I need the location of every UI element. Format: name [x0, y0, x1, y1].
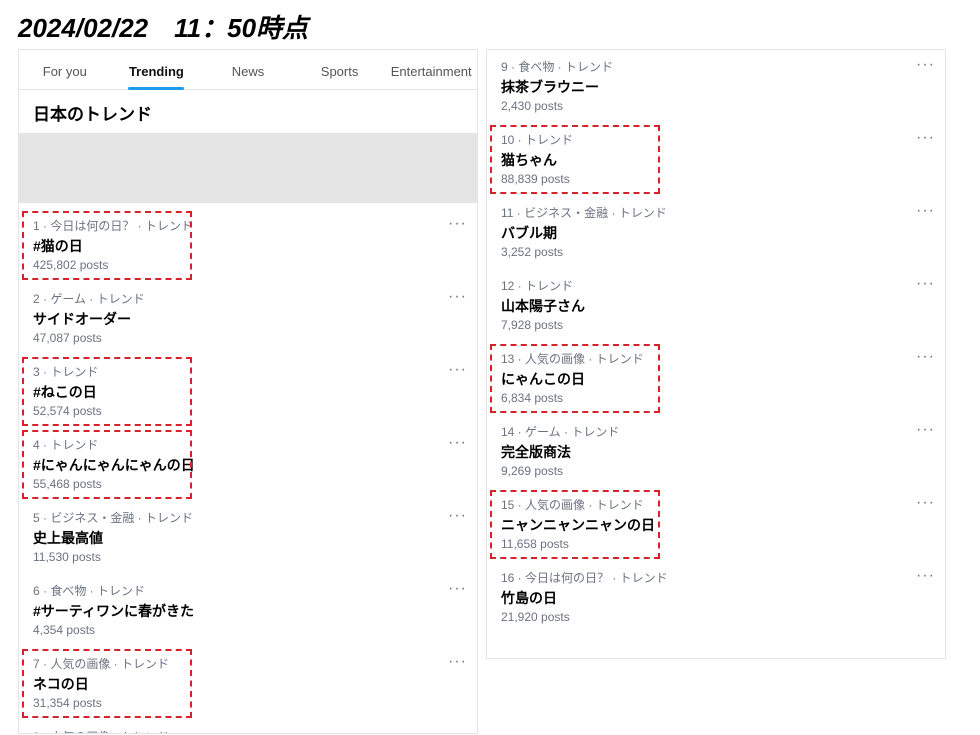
trend-item[interactable]: 16 · 今日は何の日？ · トレンド竹島の日 21,920 posts ··· — [487, 561, 945, 634]
trend-posts: 55,468 posts — [33, 477, 463, 491]
more-icon[interactable]: ··· — [448, 288, 467, 306]
trend-posts: 6,834 posts — [501, 391, 931, 405]
trend-name: #サーティワンに春がきた — [33, 601, 463, 621]
trend-item[interactable]: 7 · 人気の画像 · トレンドネコの日 31,354 posts ··· — [19, 647, 477, 720]
tab-news[interactable]: News — [202, 50, 294, 89]
trend-posts: 47,087 posts — [33, 331, 463, 345]
trend-meta: 9 · 食べ物 · トレンド — [501, 58, 931, 75]
trend-posts: 11,658 posts — [501, 537, 931, 551]
trend-item[interactable]: 6 · 食べ物 · トレンド #サーティワンに春がきた 4,354 posts ··· — [19, 574, 477, 647]
tab-trending[interactable]: Trending — [111, 50, 203, 89]
trend-list-left: 1 · 今日は何の日？ · トレンド#猫の日425,802 posts···2 … — [19, 209, 477, 734]
more-icon[interactable]: ··· — [916, 421, 935, 439]
more-icon[interactable]: ··· — [916, 348, 935, 366]
trend-meta: 11 · ビジネス・金融 · トレンド — [501, 204, 931, 221]
trend-posts: 52,574 posts — [33, 404, 463, 418]
trend-name: 完全版商法 — [501, 442, 931, 462]
trend-name: 抹茶ブラウニー — [501, 77, 931, 97]
section-header: 日本のトレンド — [19, 90, 477, 133]
more-icon[interactable]: ··· — [916, 202, 935, 220]
trend-item[interactable]: 11 · ビジネス・金融 · トレンドバブル期 3,252 posts ··· — [487, 196, 945, 269]
trend-posts: 4,354 posts — [33, 623, 463, 637]
trend-item[interactable]: 13 · 人気の画像 · トレンドにゃんこの日 6,834 posts ··· — [487, 342, 945, 415]
trend-meta: 8 · 人気の画像 · トレンド — [33, 728, 463, 734]
trend-meta: 3 · トレンド — [33, 363, 463, 380]
more-icon[interactable]: ··· — [916, 129, 935, 147]
trend-item[interactable]: 1 · 今日は何の日？ · トレンド #猫の日 425,802 posts ··· — [19, 209, 477, 282]
trend-meta: 12 · トレンド — [501, 277, 931, 294]
trend-name: バブル期 — [501, 223, 931, 243]
right-column: 9 · 食べ物 · トレンド抹茶ブラウニー2,430 posts···10 · … — [486, 49, 946, 659]
trend-posts: 88,839 posts — [501, 172, 931, 186]
trend-item[interactable]: 3 · トレンド #ねこの日 52,574 posts ··· — [19, 355, 477, 428]
trend-item[interactable]: 10 · トレンド猫ちゃん 88,839 posts ··· — [487, 123, 945, 196]
trend-meta: 10 · トレンド — [501, 131, 931, 148]
trend-meta: 6 · 食べ物 · トレンド — [33, 582, 463, 599]
trend-name: 山本陽子さん — [501, 296, 931, 316]
more-icon[interactable]: ··· — [448, 215, 467, 233]
trend-item[interactable]: 12 · トレンド山本陽子さん 7,928 posts ··· — [487, 269, 945, 342]
trend-item[interactable]: 14 · ゲーム · トレンド完全版商法 9,269 posts ··· — [487, 415, 945, 488]
placeholder-banner — [19, 133, 477, 203]
trend-meta: 14 · ゲーム · トレンド — [501, 423, 931, 440]
trend-meta: 2 · ゲーム · トレンド — [33, 290, 463, 307]
trend-meta: 16 · 今日は何の日？ · トレンド — [501, 569, 931, 586]
trend-posts: 11,530 posts — [33, 550, 463, 564]
more-icon[interactable]: ··· — [916, 56, 935, 74]
columns: For you Trending News Sports Entertainme… — [0, 49, 980, 734]
more-icon[interactable]: ··· — [448, 726, 467, 734]
tabs: For you Trending News Sports Entertainme… — [19, 50, 477, 90]
tab-for-you[interactable]: For you — [19, 50, 111, 89]
more-icon[interactable]: ··· — [916, 567, 935, 585]
trend-posts: 9,269 posts — [501, 464, 931, 478]
trend-meta: 13 · 人気の画像 · トレンド — [501, 350, 931, 367]
trend-name: ニャンニャンニャンの日 — [501, 515, 931, 535]
trend-name: 史上最高値 — [33, 528, 463, 548]
trend-item[interactable]: 2 · ゲーム · トレンドサイドオーダー 47,087 posts ··· — [19, 282, 477, 355]
more-icon[interactable]: ··· — [448, 434, 467, 452]
trend-posts: 21,920 posts — [501, 610, 931, 624]
trend-item[interactable]: 5 · ビジネス・金融 · トレンド史上最高値 11,530 posts ··· — [19, 501, 477, 574]
trend-name: #猫の日 — [33, 236, 463, 256]
trend-meta: 1 · 今日は何の日？ · トレンド — [33, 217, 463, 234]
more-icon[interactable]: ··· — [448, 653, 467, 671]
trend-item[interactable]: 9 · 食べ物 · トレンド抹茶ブラウニー 2,430 posts ··· — [487, 50, 945, 123]
trend-name: ネコの日 — [33, 674, 463, 694]
trend-name: #にゃんにゃんにゃんの日 — [33, 455, 463, 475]
trend-name: #ねこの日 — [33, 382, 463, 402]
more-icon[interactable]: ··· — [448, 580, 467, 598]
trend-list-right: 9 · 食べ物 · トレンド抹茶ブラウニー2,430 posts···10 · … — [487, 50, 945, 634]
trend-posts: 2,430 posts — [501, 99, 931, 113]
page-title: 2024/02/22 11：50時点 — [0, 0, 980, 49]
left-column: For you Trending News Sports Entertainme… — [18, 49, 478, 734]
tab-sports[interactable]: Sports — [294, 50, 386, 89]
trend-posts: 7,928 posts — [501, 318, 931, 332]
trend-meta: 5 · ビジネス・金融 · トレンド — [33, 509, 463, 526]
trend-meta: 15 · 人気の画像 · トレンド — [501, 496, 931, 513]
trend-meta: 7 · 人気の画像 · トレンド — [33, 655, 463, 672]
trend-item[interactable]: 15 · 人気の画像 · トレンドニャンニャンニャンの日 11,658 posts… — [487, 488, 945, 561]
trend-name: 竹島の日 — [501, 588, 931, 608]
trend-posts: 425,802 posts — [33, 258, 463, 272]
trend-name: にゃんこの日 — [501, 369, 931, 389]
more-icon[interactable]: ··· — [916, 494, 935, 512]
more-icon[interactable]: ··· — [448, 361, 467, 379]
trend-item[interactable]: 8 · 人気の画像 · トレンド#みこち鯛焼き··· — [19, 720, 477, 734]
trend-meta: 4 · トレンド — [33, 436, 463, 453]
trend-posts: 31,354 posts — [33, 696, 463, 710]
trend-name: 猫ちゃん — [501, 150, 931, 170]
tab-entertainment[interactable]: Entertainment — [385, 50, 477, 89]
trend-posts: 3,252 posts — [501, 245, 931, 259]
more-icon[interactable]: ··· — [916, 275, 935, 293]
trend-item[interactable]: 4 · トレンド #にゃんにゃんにゃんの日 55,468 posts ··· — [19, 428, 477, 501]
more-icon[interactable]: ··· — [448, 507, 467, 525]
trend-name: サイドオーダー — [33, 309, 463, 329]
